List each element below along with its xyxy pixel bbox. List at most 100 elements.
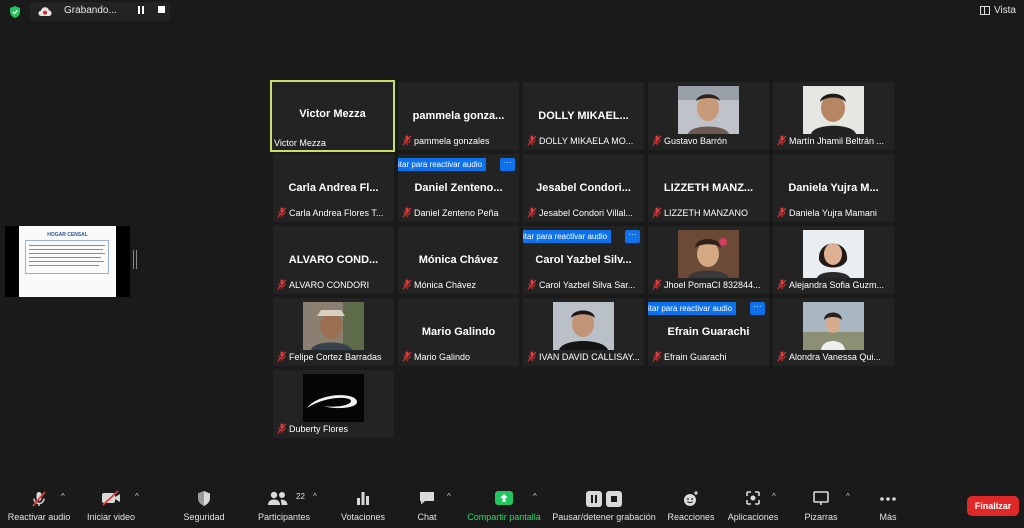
ask-to-unmute-banner[interactable]: itar para reactivar audio	[523, 230, 612, 243]
participant-tile[interactable]: Gustavo Barrón	[648, 82, 769, 150]
participants-button[interactable]: 22 Participantes	[252, 484, 316, 528]
whiteboards-button[interactable]: Pizarras	[798, 484, 844, 528]
participant-name-text: Carla Andrea Flores T...	[289, 207, 384, 218]
participant-tile[interactable]: Felipe Cortez Barradas	[273, 298, 394, 366]
participant-tile[interactable]: pammela gonza... pammela gonzales	[398, 82, 519, 150]
whiteboards-options-chevron-icon[interactable]: ^	[846, 492, 850, 501]
video-options-chevron-icon[interactable]: ^	[135, 492, 139, 501]
participant-name-text: Mónica Chávez	[414, 279, 477, 290]
start-video-button[interactable]: Iniciar video	[80, 484, 142, 528]
end-meeting-button[interactable]: Finalizar	[967, 496, 1019, 516]
apps-button[interactable]: Aplicaciones	[722, 484, 784, 528]
participants-label: Participantes	[257, 512, 311, 522]
participant-tile[interactable]: Jesabel Condori... Jesabel Condori Villal…	[523, 154, 644, 222]
participants-options-chevron-icon[interactable]: ^	[313, 492, 317, 501]
ask-to-unmute-banner[interactable]: itar para reactivar audio	[398, 158, 487, 171]
participant-tile[interactable]: Duberty Flores	[273, 370, 394, 438]
muted-mic-icon	[277, 279, 287, 290]
participant-name-text: LIZZETH MANZANO	[664, 207, 749, 218]
participant-name-label: IVAN DAVID CALLISAY...	[527, 350, 642, 363]
participant-tile[interactable]: Victor Mezza Victor Mezza	[270, 80, 395, 152]
participant-name-label: Jhoel PomaCI 832844...	[652, 278, 767, 291]
participant-tile[interactable]: Mónica Chávez Mónica Chávez	[398, 226, 519, 294]
whiteboard-icon	[813, 491, 829, 505]
reactions-button[interactable]: Reacciones	[664, 484, 718, 528]
participant-name-text: ALVARO CONDORI	[289, 279, 370, 290]
participant-tile[interactable]: Jhoel PomaCI 832844...	[648, 226, 769, 294]
participant-name-label: Carla Andrea Flores T...	[277, 206, 392, 219]
participant-name-label: Efrain Guarachi	[652, 350, 767, 363]
participant-tile[interactable]: Martín Jhamil Beltrán ...	[773, 82, 894, 150]
participant-more-options-button[interactable]: ···	[500, 158, 515, 171]
reactions-label: Reacciones	[667, 512, 715, 522]
muted-mic-icon	[527, 135, 537, 146]
share-screen-button[interactable]: Compartir pantalla	[462, 484, 546, 528]
participant-display-name: Victor Mezza	[299, 108, 366, 120]
whiteboards-label: Pizarras	[804, 512, 838, 522]
unmute-audio-button[interactable]: Reactivar audio	[4, 484, 74, 528]
participant-video-image	[303, 302, 364, 350]
muted-mic-icon	[777, 135, 787, 146]
participant-tile[interactable]: Carol Yazbel Silv... itar para reactivar …	[523, 226, 644, 294]
more-button[interactable]: Más	[868, 484, 908, 528]
participant-name-text: Gustavo Barrón	[664, 135, 728, 146]
participant-name-text: Duberty Flores	[289, 423, 349, 434]
pause-recording-icon[interactable]	[136, 5, 146, 15]
participant-tile[interactable]: Alondra Vanessa Qui...	[773, 298, 894, 366]
participant-display-name: pammela gonza...	[412, 110, 505, 122]
security-button[interactable]: Seguridad	[178, 484, 230, 528]
participant-tile[interactable]: Daniel Zenteno... itar para reactivar aud…	[398, 154, 519, 222]
muted-mic-icon	[32, 491, 46, 507]
audio-options-chevron-icon[interactable]: ^	[61, 492, 65, 501]
chat-button[interactable]: Chat	[408, 484, 446, 528]
participant-tile[interactable]: Daniela Yujra M... Daniela Yujra Mamani	[773, 154, 894, 222]
stop-recording-icon[interactable]	[158, 6, 165, 13]
muted-mic-icon	[652, 351, 662, 362]
chat-options-chevron-icon[interactable]: ^	[447, 492, 451, 501]
participant-tile[interactable]: DOLLY MIKAEL... DOLLY MIKAELA MO...	[523, 82, 644, 150]
video-off-icon	[102, 490, 120, 506]
ask-to-unmute-banner[interactable]: itar para reactivar audio	[648, 302, 737, 315]
start-video-label: Iniciar video	[86, 512, 136, 522]
view-button[interactable]: Vista	[979, 5, 1016, 16]
participant-name-label: Duberty Flores	[277, 422, 392, 435]
participant-video-image	[803, 230, 864, 278]
participant-tile[interactable]: Carla Andrea Fl... Carla Andrea Flores T.…	[273, 154, 394, 222]
participant-tile[interactable]: Efrain Guarachi itar para reactivar audio…	[648, 298, 769, 366]
muted-mic-icon	[527, 279, 537, 290]
pause-stop-recording-button[interactable]: Pausar/detener grabación	[550, 484, 658, 528]
participant-name-text: pammela gonzales	[414, 135, 490, 146]
share-screen-label: Compartir pantalla	[467, 512, 541, 522]
encryption-shield-icon[interactable]	[8, 5, 22, 19]
muted-mic-icon	[777, 351, 787, 362]
participant-tile[interactable]: Mario Galindo Mario Galindo	[398, 298, 519, 366]
participant-more-options-button[interactable]: ···	[750, 302, 765, 315]
participant-name-text: Jesabel Condori Villal...	[539, 207, 633, 218]
participant-tile[interactable]: IVAN DAVID CALLISAY...	[523, 298, 644, 366]
muted-mic-icon	[277, 423, 287, 434]
unmute-audio-label: Reactivar audio	[7, 512, 71, 522]
panel-resize-handle[interactable]	[133, 250, 137, 269]
shared-screen-thumbnail[interactable]: HOGAR CENSAL	[5, 226, 130, 297]
shared-document-page: HOGAR CENSAL	[19, 226, 116, 297]
participant-tile[interactable]: ALVARO COND... ALVARO CONDORI	[273, 226, 394, 294]
participant-video-image	[678, 230, 739, 278]
polls-label: Votaciones	[340, 512, 386, 522]
polls-button[interactable]: Votaciones	[336, 484, 390, 528]
participant-tile[interactable]: Alejandra Sofia Guzm...	[773, 226, 894, 294]
share-options-chevron-icon[interactable]: ^	[533, 492, 537, 501]
participant-video-image	[803, 86, 864, 134]
participant-tile[interactable]: LIZZETH MANZ... LIZZETH MANZANO	[648, 154, 769, 222]
participant-name-text: Daniela Yujra Mamani	[789, 207, 877, 218]
more-dots-icon	[880, 497, 896, 501]
apps-options-chevron-icon[interactable]: ^	[772, 492, 776, 501]
view-label: Vista	[993, 5, 1016, 16]
muted-mic-icon	[527, 207, 537, 218]
participant-display-name: DOLLY MIKAEL...	[538, 110, 629, 122]
muted-mic-icon	[652, 135, 662, 146]
participant-name-text: Mario Galindo	[414, 351, 471, 362]
participant-more-options-button[interactable]: ···	[625, 230, 640, 243]
participant-name-label: pammela gonzales	[402, 134, 517, 147]
participant-name-text: Alejandra Sofia Guzm...	[789, 279, 885, 290]
participant-name-label: Alondra Vanessa Qui...	[777, 350, 892, 363]
